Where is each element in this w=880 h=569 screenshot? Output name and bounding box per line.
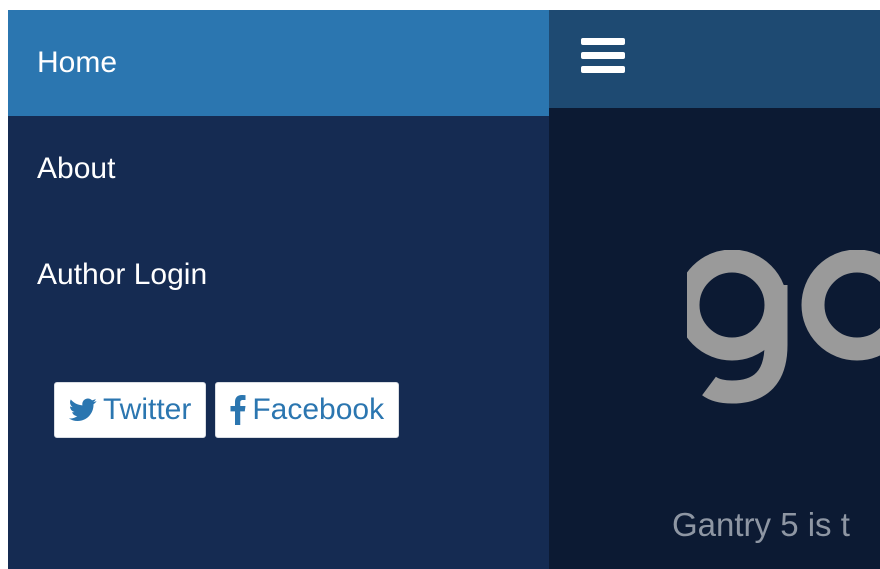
gantry-logo [687,250,880,404]
menu-item-about[interactable]: About [8,116,549,222]
facebook-button[interactable]: Facebook [215,382,400,438]
offcanvas-menu: Home About Author Login Twitter Facebook [8,10,549,569]
twitter-button[interactable]: Twitter [54,382,207,438]
tagline-text: Gantry 5 is t [672,506,850,543]
twitter-icon [69,398,97,422]
main-page: Gantry 5 is t [549,10,880,569]
social-buttons: Twitter Facebook [54,382,400,438]
menu-item-home[interactable]: Home [8,10,549,116]
menu-item-label: Home [37,46,118,79]
menu-item-label: About [37,152,116,185]
app-frame: Home About Author Login Twitter Facebook… [8,10,880,569]
menu-item-author-login[interactable]: Author Login [8,222,549,328]
facebook-label: Facebook [252,393,385,426]
top-bar [549,10,880,108]
hamburger-icon[interactable] [581,38,625,74]
menu-item-label: Author Login [37,258,208,291]
facebook-icon [230,395,246,425]
twitter-label: Twitter [103,393,192,426]
